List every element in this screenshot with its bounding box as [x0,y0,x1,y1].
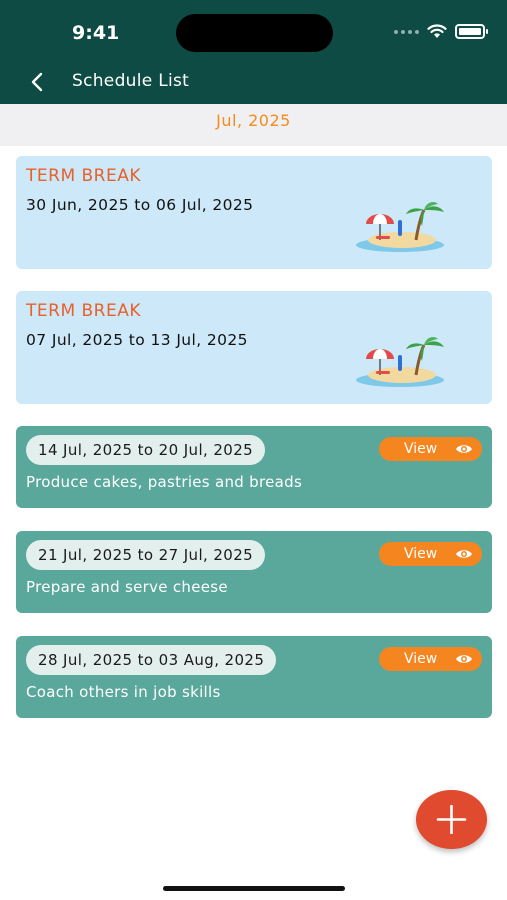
cellular-signal-icon [394,29,419,34]
schedule-date-range: 28 Jul, 2025 to 03 Aug, 2025 [26,645,277,675]
term-break-title: TERM BREAK [26,166,142,186]
schedule-card[interactable]: 14 Jul, 2025 to 20 Jul, 2025 View Produc… [16,426,492,508]
view-button[interactable]: View [379,437,482,461]
battery-icon [455,24,488,39]
schedule-card[interactable]: 21 Jul, 2025 to 27 Jul, 2025 View Prepar… [16,531,492,613]
schedule-date-range: 14 Jul, 2025 to 20 Jul, 2025 [26,435,266,465]
view-button-label: View [404,441,438,457]
dynamic-island [176,14,333,52]
view-button-label: View [404,546,438,562]
term-break-range: 07 Jul, 2025 to 13 Jul, 2025 [26,331,248,349]
view-button[interactable]: View [379,542,482,566]
eye-icon [456,655,472,663]
home-indicator[interactable] [163,886,345,891]
term-break-range: 30 Jun, 2025 to 06 Jul, 2025 [26,196,254,214]
term-break-title: TERM BREAK [26,301,142,321]
term-break-card: TERM BREAK 07 Jul, 2025 to 13 Jul, 2025 [16,291,492,404]
term-break-card: TERM BREAK 30 Jun, 2025 to 06 Jul, 2025 [16,156,492,269]
plus-icon [436,805,467,834]
schedule-card[interactable]: 28 Jul, 2025 to 03 Aug, 2025 View Coach … [16,636,492,718]
chevron-left-icon [31,72,43,92]
eye-icon [456,550,472,558]
app-header: 9:41 Schedule List [0,0,507,104]
back-button[interactable] [26,70,50,94]
view-button[interactable]: View [379,647,482,671]
status-icons [394,24,488,39]
view-button-label: View [404,651,438,667]
beach-island-icon [356,202,444,252]
schedule-description: Prepare and serve cheese [26,578,228,596]
beach-island-icon [356,337,444,387]
page-title: Schedule List [72,71,190,91]
status-time: 9:41 [72,22,120,44]
add-schedule-button[interactable] [416,790,487,849]
wifi-icon [427,24,447,38]
schedule-description: Produce cakes, pastries and breads [26,473,303,491]
schedule-date-range: 21 Jul, 2025 to 27 Jul, 2025 [26,540,266,570]
schedule-description: Coach others in job skills [26,683,221,701]
month-label: Jul, 2025 [216,111,291,130]
eye-icon [456,445,472,453]
